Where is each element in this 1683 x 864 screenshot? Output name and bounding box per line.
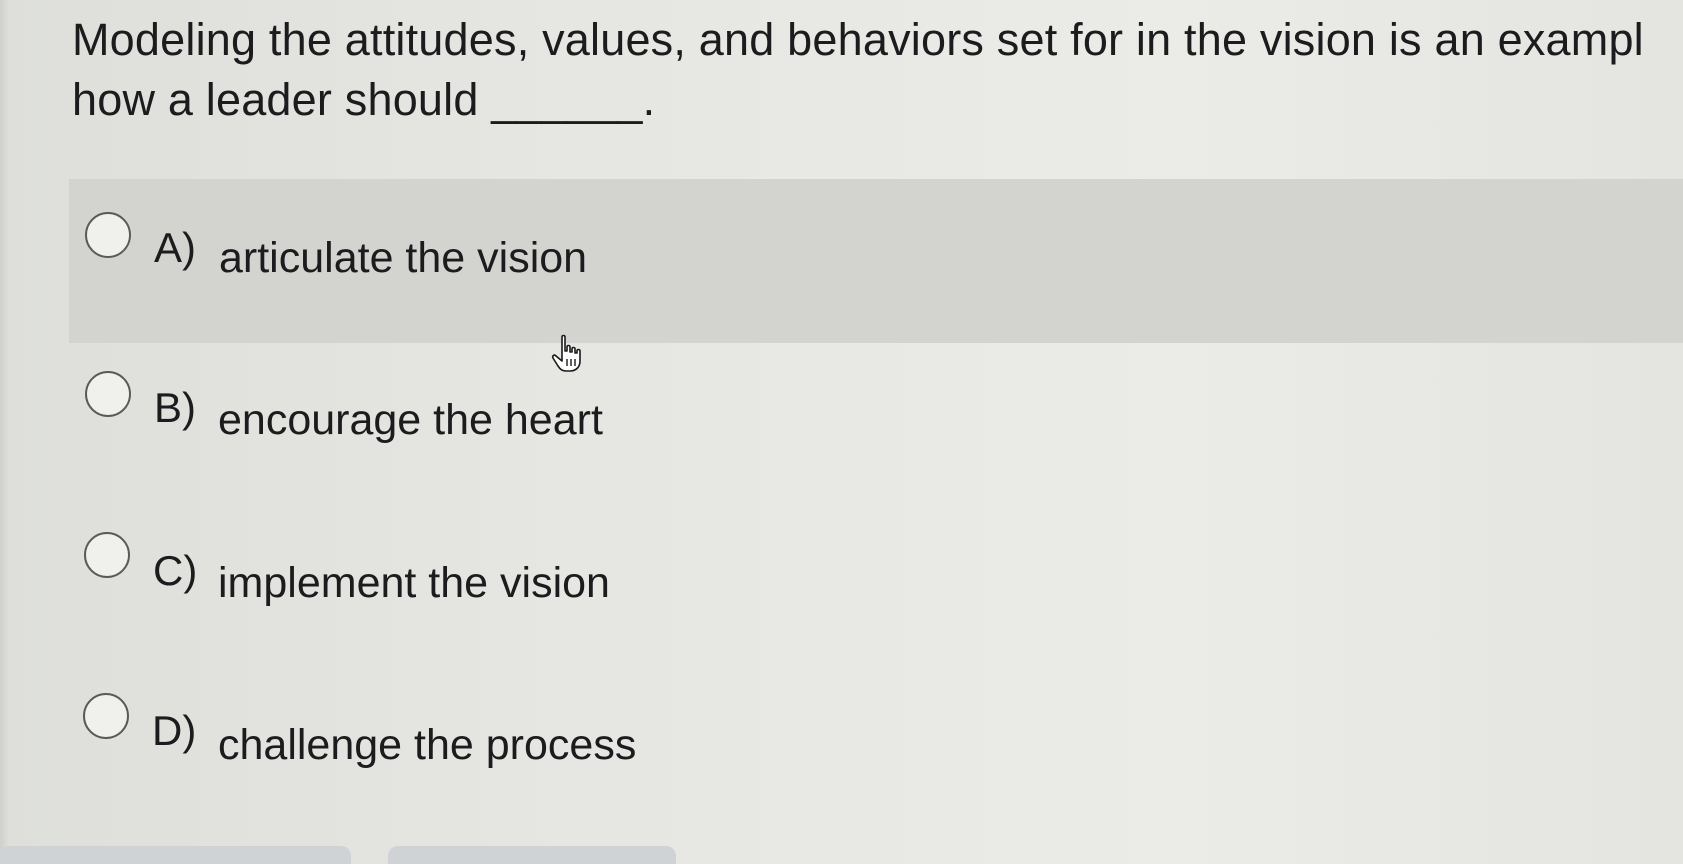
option-d-letter: D) [152,707,197,754]
bottom-button-right[interactable] [388,846,676,864]
option-d[interactable]: D) challenge the process [0,668,1683,832]
option-d-text: challenge the process [218,721,637,769]
option-a-radio-icon[interactable] [85,212,131,258]
option-d-radio-icon[interactable] [83,693,129,739]
option-c-text: implement the vision [218,559,610,607]
option-b-text: encourage the heart [218,396,603,444]
pointer-hand-cursor-icon [551,334,581,372]
option-a-letter: A) [154,224,196,271]
option-a-text: articulate the vision [219,234,588,282]
question-text: Modeling the attitudes, values, and beha… [72,10,1683,130]
option-c-letter: C) [153,547,198,594]
option-b-radio-icon[interactable] [85,371,131,417]
option-c[interactable]: C) implement the vision [0,507,1683,671]
question-line-2: how a leader should ______. [72,74,656,125]
option-b[interactable]: B) encourage the heart [0,345,1683,509]
bottom-button-left[interactable] [0,846,351,864]
question-line-1: Modeling the attitudes, values, and beha… [72,14,1644,65]
option-c-radio-icon[interactable] [84,532,130,578]
option-a[interactable]: A) articulate the vision [69,179,1683,343]
option-b-letter: B) [154,384,196,431]
